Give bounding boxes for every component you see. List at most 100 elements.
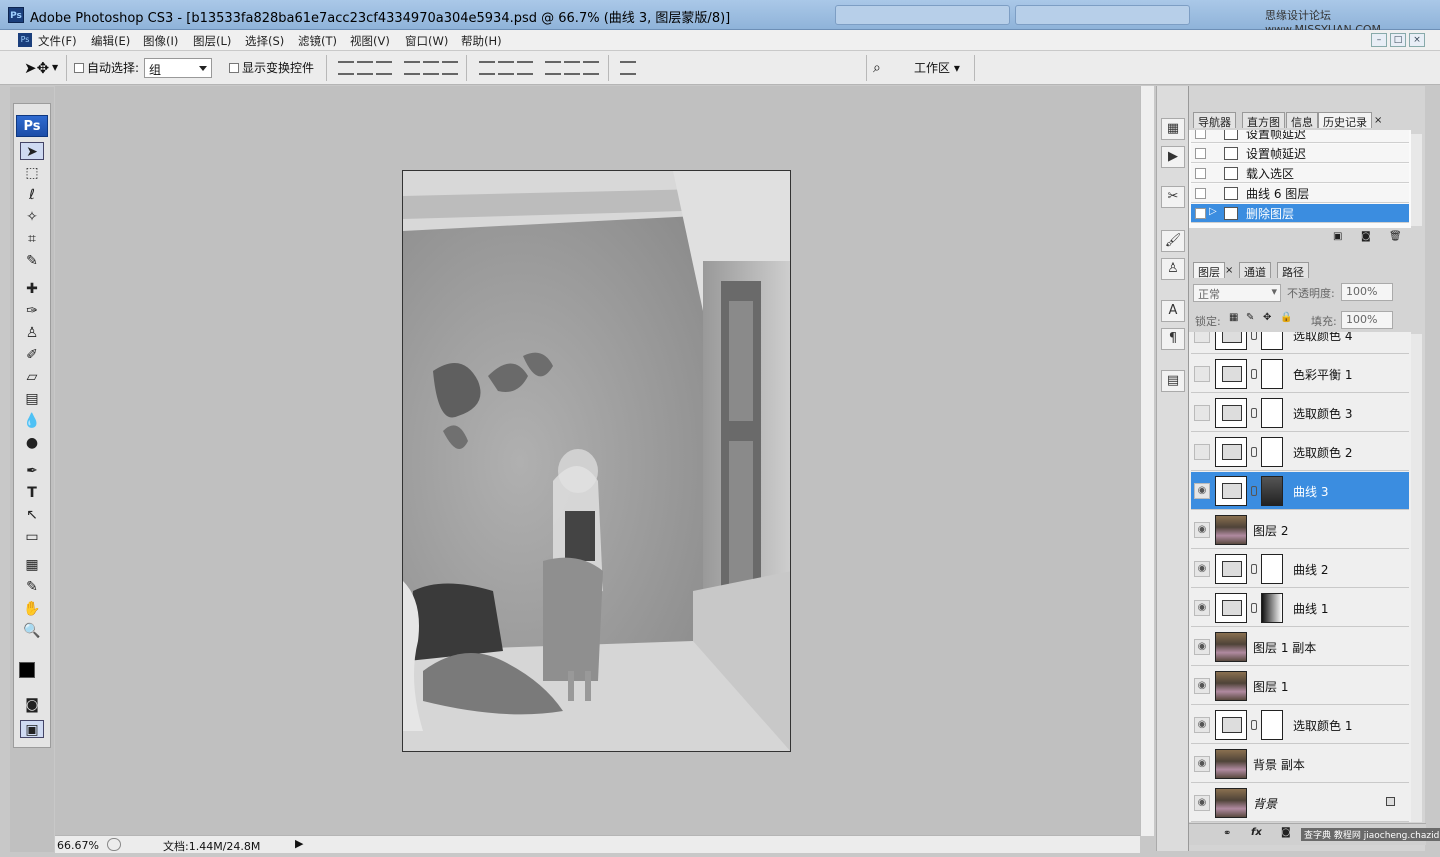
minimize-button[interactable]: –: [1371, 33, 1387, 47]
menu-layer[interactable]: 图层(L): [193, 33, 231, 49]
screen-mode-icon[interactable]: ▣: [20, 720, 44, 738]
layer-mask-thumbnail[interactable]: [1261, 332, 1283, 350]
type-tool-icon[interactable]: T: [20, 484, 44, 502]
layer-mask-thumbnail[interactable]: [1261, 398, 1283, 428]
auto-select-dropdown[interactable]: 组: [144, 58, 212, 78]
tab-histogram[interactable]: 直方图: [1242, 112, 1285, 129]
layer-row[interactable]: ◉ 图层 1 副本: [1191, 628, 1409, 666]
eyedropper-icon[interactable]: ✎: [20, 578, 44, 596]
mask-icon[interactable]: ◙: [1281, 827, 1291, 838]
restore-button[interactable]: □: [1390, 33, 1406, 47]
lock-all-icon[interactable]: 🔒: [1280, 312, 1292, 323]
path-select-icon[interactable]: ↖: [20, 506, 44, 524]
layer-row[interactable]: ◉ 图层 2: [1191, 511, 1409, 549]
layer-mask-thumbnail[interactable]: [1261, 554, 1283, 584]
menu-image[interactable]: 图像(I): [143, 33, 178, 49]
status-info-icon[interactable]: [107, 838, 121, 851]
visibility-toggle[interactable]: ◉: [1194, 522, 1210, 538]
gradient-tool-icon[interactable]: ▤: [20, 390, 44, 408]
link-icon[interactable]: ⚭: [1223, 828, 1231, 839]
new-document-icon[interactable]: ▣: [1333, 231, 1342, 242]
tool-presets-icon[interactable]: ✂: [1161, 186, 1185, 208]
distribute-bottom-icon[interactable]: [517, 61, 533, 75]
opacity-input[interactable]: 100%: [1341, 283, 1393, 301]
close-tab-icon[interactable]: ×: [1225, 265, 1233, 276]
show-transform-checkbox[interactable]: [229, 63, 239, 73]
tab-history[interactable]: 历史记录: [1318, 112, 1372, 129]
zoom-tool-icon[interactable]: 🔍: [20, 622, 44, 640]
menu-help[interactable]: 帮助(H): [461, 33, 502, 49]
chain-link-icon[interactable]: [1251, 486, 1257, 496]
history-scrollbar[interactable]: [1411, 134, 1422, 226]
layer-row[interactable]: ◉ 曲线 3: [1191, 472, 1409, 510]
slice-tool-icon[interactable]: ✎: [20, 252, 44, 270]
layer-row[interactable]: 色彩平衡 1: [1191, 355, 1409, 393]
menu-view[interactable]: 视图(V): [350, 33, 390, 49]
swatches-icon[interactable]: ▦: [1161, 118, 1185, 140]
zoom-level[interactable]: 66.67%: [57, 839, 103, 852]
auto-select-checkbox[interactable]: [74, 63, 84, 73]
chevron-down-icon[interactable]: ▼: [52, 63, 58, 72]
foreground-color-swatch[interactable]: [19, 662, 35, 678]
chain-link-icon[interactable]: [1251, 564, 1257, 574]
visibility-toggle[interactable]: ◉: [1194, 600, 1210, 616]
layer-row[interactable]: ◉ 图层 1: [1191, 667, 1409, 705]
layer-row[interactable]: ◉ 背景 副本: [1191, 745, 1409, 783]
layer-comps-icon[interactable]: ▤: [1161, 370, 1185, 392]
tab-channels[interactable]: 通道: [1239, 262, 1271, 279]
move-tool-icon[interactable]: ➤✥: [24, 59, 49, 77]
close-button[interactable]: ×: [1409, 33, 1425, 47]
chain-link-icon[interactable]: [1251, 603, 1257, 613]
layers-scrollbar[interactable]: [1411, 334, 1422, 822]
chain-link-icon[interactable]: [1251, 408, 1257, 418]
distribute-hcenter-icon[interactable]: [564, 61, 580, 75]
align-vcenter-icon[interactable]: [357, 61, 373, 75]
document-canvas[interactable]: [402, 170, 791, 752]
tab-navigator[interactable]: 导航器: [1193, 112, 1236, 129]
align-hcenter-icon[interactable]: [423, 61, 439, 75]
chain-link-icon[interactable]: [1251, 332, 1257, 340]
layer-row[interactable]: ◉ 背景: [1191, 784, 1409, 822]
clone-stamp-icon[interactable]: ♙: [20, 324, 44, 342]
history-source-box[interactable]: [1195, 130, 1206, 139]
history-source-box[interactable]: [1195, 148, 1206, 159]
chain-link-icon[interactable]: [1251, 720, 1257, 730]
distribute-vcenter-icon[interactable]: [498, 61, 514, 75]
trash-icon[interactable]: 🗑: [1389, 231, 1402, 242]
snapshot-icon[interactable]: ◙: [1361, 231, 1371, 242]
eraser-tool-icon[interactable]: ▱: [20, 368, 44, 386]
dodge-tool-icon[interactable]: ●: [20, 434, 44, 452]
browser-tab-2[interactable]: [1015, 5, 1190, 25]
visibility-toggle[interactable]: ◉: [1194, 483, 1210, 499]
tab-paths[interactable]: 路径: [1277, 262, 1309, 279]
marquee-tool-icon[interactable]: ⬚: [20, 164, 44, 182]
fill-input[interactable]: 100%: [1341, 311, 1393, 329]
brush-tool-icon[interactable]: ✑: [20, 302, 44, 320]
visibility-toggle[interactable]: ◉: [1194, 678, 1210, 694]
layer-mask-thumbnail[interactable]: [1261, 593, 1283, 623]
visibility-toggle[interactable]: [1194, 332, 1210, 343]
visibility-toggle[interactable]: ◉: [1194, 639, 1210, 655]
layer-mask-thumbnail[interactable]: [1261, 437, 1283, 467]
magic-wand-tool-icon[interactable]: ✧: [20, 208, 44, 226]
pen-tool-icon[interactable]: ✒: [20, 462, 44, 480]
auto-align-icon[interactable]: [620, 61, 636, 75]
status-menu-arrow-icon[interactable]: ▶: [295, 837, 303, 850]
character-icon[interactable]: A: [1161, 300, 1185, 322]
layer-row[interactable]: 选取颜色 3: [1191, 394, 1409, 432]
layer-row[interactable]: ◉ 选取颜色 1: [1191, 706, 1409, 744]
history-source-box[interactable]: [1195, 188, 1206, 199]
visibility-toggle[interactable]: [1194, 366, 1210, 382]
lock-position-icon[interactable]: ✥: [1263, 312, 1271, 323]
lock-pixels-icon[interactable]: ✎: [1246, 312, 1254, 323]
browser-tab[interactable]: [835, 5, 1010, 25]
clone-source-icon[interactable]: ♙: [1161, 258, 1185, 280]
blur-tool-icon[interactable]: 💧: [20, 412, 44, 430]
hand-tool-icon[interactable]: ✋: [20, 600, 44, 618]
tab-info[interactable]: 信息: [1286, 112, 1318, 129]
align-top-icon[interactable]: [338, 61, 354, 75]
layer-row[interactable]: ◉ 曲线 2: [1191, 550, 1409, 588]
align-bottom-icon[interactable]: [376, 61, 392, 75]
visibility-toggle[interactable]: ◉: [1194, 717, 1210, 733]
visibility-toggle[interactable]: ◉: [1194, 561, 1210, 577]
